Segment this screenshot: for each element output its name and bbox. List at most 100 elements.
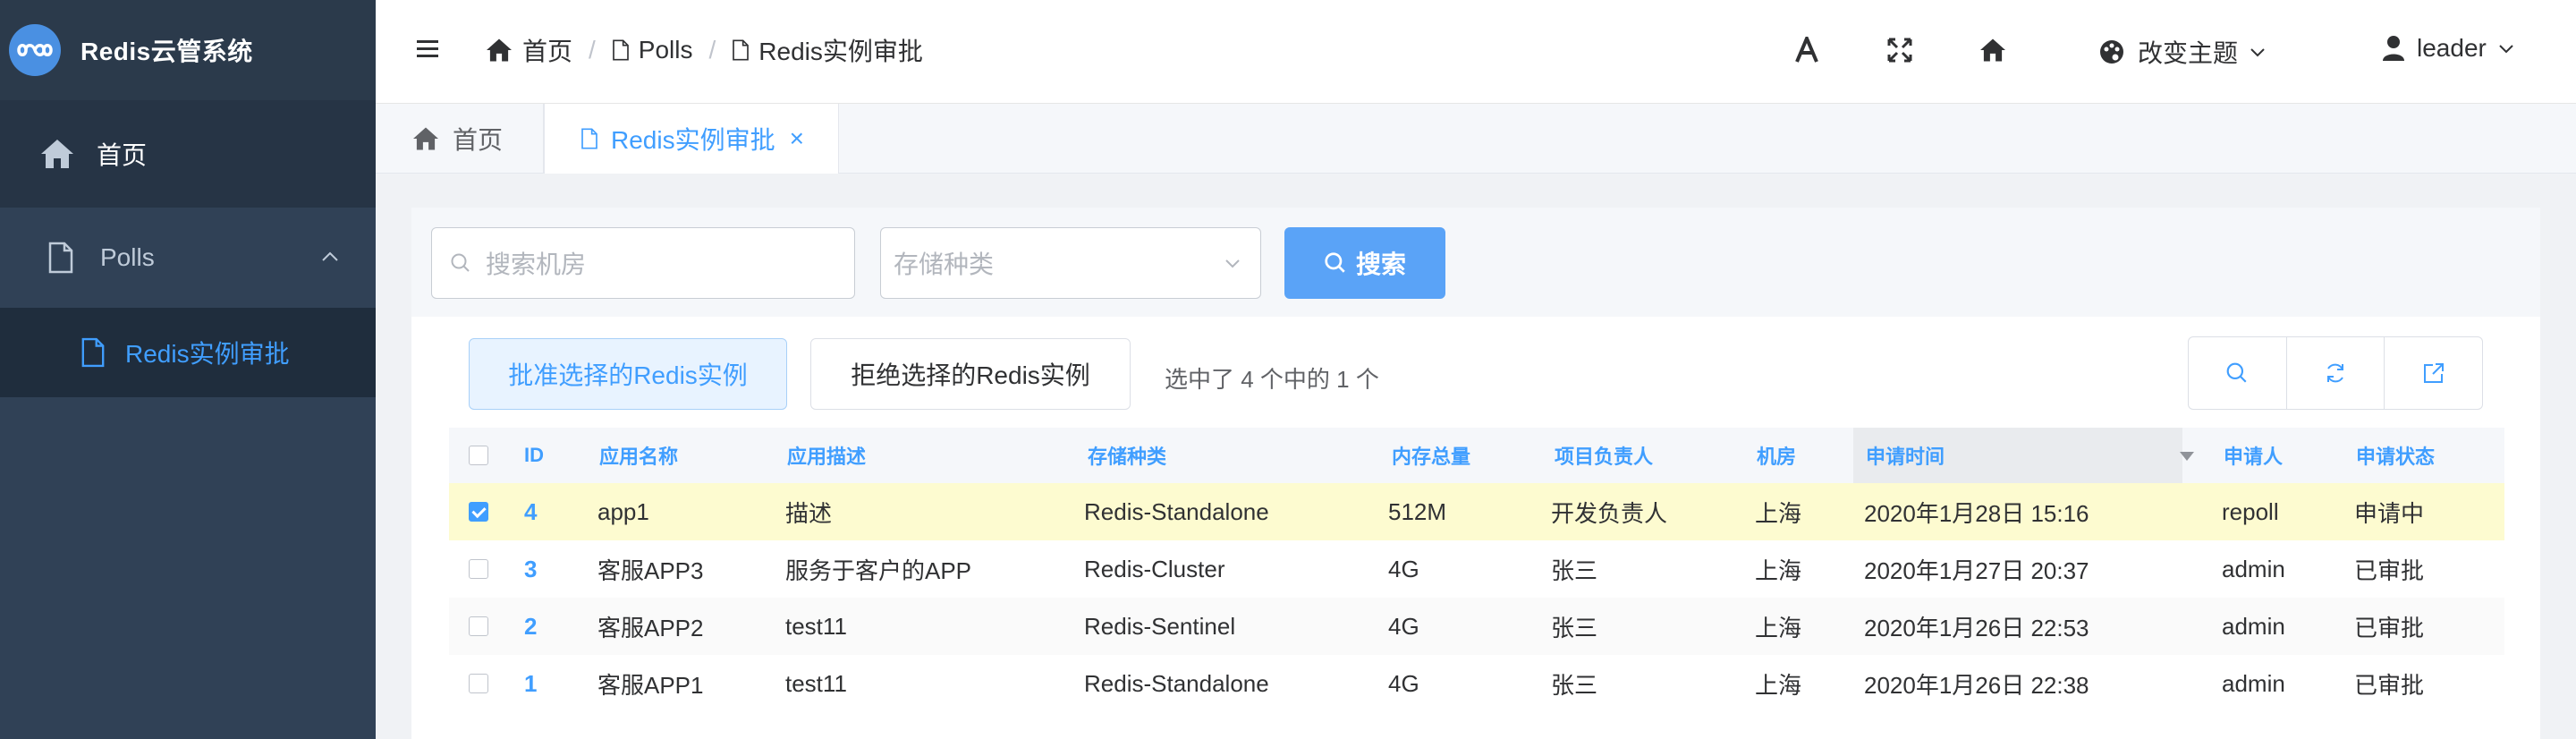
sort-desc-icon[interactable] [2179, 451, 2195, 462]
cell-room: 上海 [1755, 556, 1802, 584]
cell-desc: 服务于客户的APP [785, 556, 972, 584]
approve-button[interactable]: 批准选择的Redis实例 [469, 338, 787, 410]
approval-table: ID 应用名称 应用描述 存储种类 内存总量 项目负责人 机房 申请时间 申请人… [449, 428, 2504, 712]
row-checkbox[interactable] [469, 559, 488, 579]
hamburger-icon[interactable] [415, 36, 442, 63]
cell-applicant: repoll [2222, 497, 2279, 525]
cell-mem: 4G [1388, 669, 1419, 697]
home-icon [413, 127, 438, 150]
sidebar-item-home[interactable]: 首页 [0, 100, 376, 208]
breadcrumb-separator: / [708, 36, 716, 64]
sidebar-item-redis-approval[interactable]: Redis实例审批 [0, 308, 376, 397]
column-header[interactable]: 申请人 [2224, 441, 2283, 470]
search-button[interactable]: 搜索 [1284, 227, 1445, 299]
cell-applicant: admin [2222, 555, 2285, 582]
close-icon[interactable]: × [790, 124, 804, 153]
table-row[interactable]: 1 客服APP1 test11 Redis-Standalone 4G 张三 上… [449, 655, 2504, 712]
table-toolbar [2188, 336, 2483, 410]
file-icon [77, 336, 109, 369]
column-header[interactable]: 存储种类 [1088, 441, 1166, 470]
column-header[interactable]: 内存总量 [1392, 441, 1470, 470]
export-button[interactable] [2385, 337, 2482, 409]
column-header[interactable]: 项目负责人 [1555, 441, 1653, 470]
row-id-link[interactable]: 3 [524, 556, 537, 583]
cell-name: 客服APP3 [597, 556, 704, 584]
refresh-button[interactable] [2287, 337, 2385, 409]
chevron-down-icon [2499, 45, 2513, 54]
cell-name: app1 [597, 497, 649, 525]
breadcrumb-separator: / [589, 36, 596, 64]
row-id-link[interactable]: 2 [524, 613, 537, 641]
row-checkbox[interactable] [469, 616, 488, 636]
search-button-label: 搜索 [1355, 251, 1406, 278]
cell-status: 已审批 [2354, 556, 2425, 584]
home-icon [487, 38, 512, 62]
palette-icon [2100, 40, 2123, 64]
sidebar-item-polls[interactable]: Polls [0, 208, 376, 308]
export-icon [2423, 363, 2444, 383]
cell-time: 2020年1月26日 22:53 [1864, 614, 2089, 641]
cell-type: Redis-Standalone [1084, 669, 1269, 697]
table-row[interactable]: 3 客服APP3 服务于客户的APP Redis-Cluster 4G 张三 上… [449, 540, 2504, 598]
sidebar-item-label: Polls [100, 243, 155, 271]
cell-room: 上海 [1755, 614, 1802, 641]
file-icon [581, 128, 597, 149]
column-header[interactable]: 应用名称 [599, 441, 678, 470]
search-icon [1325, 252, 1345, 273]
cell-owner: 张三 [1551, 614, 1598, 641]
cell-desc: test11 [785, 669, 847, 697]
cell-mem: 4G [1388, 612, 1419, 640]
search-bar: 搜索机房 存储种类 搜索 [411, 208, 2540, 317]
table-row[interactable]: 2 客服APP2 test11 Redis-Sentinel 4G 张三 上海 … [449, 598, 2504, 655]
column-header[interactable]: 申请时间 [1866, 441, 1945, 470]
file-icon [41, 238, 80, 277]
fullscreen-icon[interactable] [1884, 34, 1916, 66]
column-header[interactable]: 机房 [1757, 441, 1796, 470]
table-row[interactable]: 4 app1 描述 Redis-Standalone 512M 开发负责人 上海… [449, 483, 2504, 540]
column-header[interactable]: 应用描述 [787, 441, 866, 470]
row-id-link[interactable]: 1 [524, 670, 537, 698]
search-icon [2226, 362, 2247, 383]
breadcrumb-label: Redis实例审批 [758, 38, 923, 65]
storage-type-select[interactable]: 存储种类 [880, 227, 1261, 299]
breadcrumb-label: Polls [638, 36, 693, 64]
breadcrumb-polls[interactable]: Polls [612, 36, 693, 64]
select-all-checkbox[interactable] [469, 446, 488, 465]
breadcrumb-label: 首页 [522, 38, 573, 65]
tag-home[interactable]: 首页 [376, 104, 544, 174]
column-header[interactable]: ID [524, 444, 544, 467]
tags-view: 首页 Redis实例审批 × [376, 104, 2576, 174]
top-header: 首页 / Polls / Redis实例审批 改变主题 leader [376, 0, 2576, 104]
cell-desc: test11 [785, 612, 847, 640]
search-icon [451, 253, 470, 272]
cell-time: 2020年1月27日 20:37 [1864, 556, 2089, 584]
cell-owner: 张三 [1551, 671, 1598, 699]
table-header: ID 应用名称 应用描述 存储种类 内存总量 项目负责人 机房 申请时间 申请人… [449, 428, 2504, 483]
cell-time: 2020年1月26日 22:38 [1864, 671, 2089, 699]
row-checkbox[interactable] [469, 674, 488, 693]
row-id-link[interactable]: 4 [524, 498, 537, 526]
refresh-icon [2327, 363, 2343, 383]
font-size-icon[interactable] [1791, 34, 1823, 66]
toolbar-search-button[interactable] [2189, 337, 2287, 409]
room-search-input[interactable]: 搜索机房 [431, 227, 855, 299]
cell-name: 客服APP1 [597, 671, 704, 699]
app-title: Redis云管系统 [80, 38, 253, 65]
theme-dropdown[interactable]: 改变主题 [2098, 34, 2267, 70]
cell-owner: 张三 [1551, 556, 1598, 584]
chevron-up-icon [322, 251, 338, 261]
user-dropdown[interactable]: leader [2383, 34, 2515, 63]
row-checkbox[interactable] [469, 502, 488, 522]
reject-button[interactable]: 拒绝选择的Redis实例 [810, 338, 1131, 410]
home-icon[interactable] [1977, 34, 2009, 66]
sidebar-item-label: 首页 [97, 141, 148, 169]
infinity-icon [9, 24, 61, 76]
cell-mem: 4G [1388, 555, 1419, 582]
tag-redis-approval[interactable]: Redis实例审批 × [544, 104, 839, 174]
cell-status: 申请中 [2354, 499, 2425, 527]
cell-name: 客服APP2 [597, 614, 704, 641]
column-header[interactable]: 申请状态 [2356, 441, 2435, 470]
logo[interactable]: Redis云管系统 [0, 0, 376, 100]
breadcrumb-home[interactable]: 首页 [485, 32, 572, 68]
file-icon [733, 39, 750, 61]
